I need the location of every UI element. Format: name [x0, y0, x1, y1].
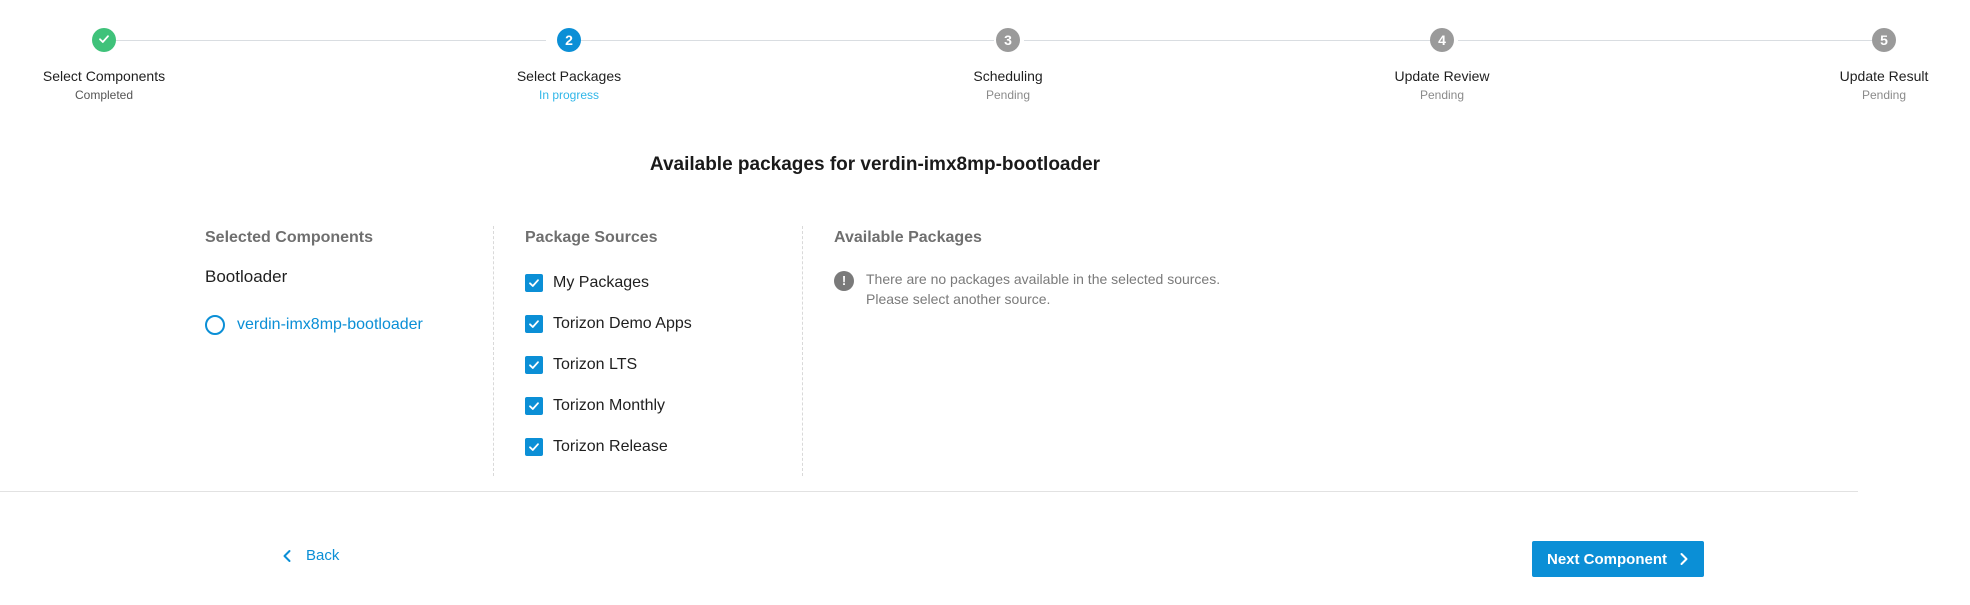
source-checkbox-torizon-lts[interactable]: Torizon LTS [525, 344, 825, 385]
notice-line: There are no packages available in the s… [866, 271, 1221, 287]
step-status: Pending [1419, 88, 1465, 102]
back-button-label: Back [306, 547, 340, 564]
step-status: Pending [1861, 88, 1907, 102]
source-checkbox-torizon-monthly[interactable]: Torizon Monthly [525, 385, 825, 426]
component-item[interactable]: verdin-imx8mp-bootloader [205, 315, 485, 335]
package-sources-title: Package Sources [525, 229, 658, 246]
back-button[interactable]: Back [282, 547, 339, 564]
source-checkbox-torizon-release[interactable]: Torizon Release [525, 426, 825, 467]
available-packages-panel: Available Packages ! There are no packag… [802, 226, 1354, 476]
radio-empty-icon[interactable] [205, 315, 225, 335]
progress-stepper: Select Components Completed 2 Select Pac… [0, 0, 1970, 120]
step-number: 2 [557, 28, 581, 52]
stepper-connector [1458, 40, 1872, 41]
stepper-connector [580, 40, 994, 41]
step-title: Select Packages [516, 68, 622, 84]
step-number: 3 [996, 28, 1020, 52]
checkmark-icon[interactable] [525, 396, 543, 415]
component-group-label: Bootloader [205, 267, 288, 286]
component-item-label: verdin-imx8mp-bootloader [237, 316, 423, 333]
page-title: Available packages for verdin-imx8mp-boo… [649, 154, 1101, 175]
exclamation-icon: ! [834, 271, 854, 291]
source-label: Torizon Demo Apps [553, 314, 692, 332]
step-title: Select Components [42, 68, 166, 84]
notice-text: There are no packages available in the s… [866, 269, 1220, 309]
step-number: 5 [1872, 28, 1896, 52]
step-status: In progress [538, 88, 600, 102]
check-icon [92, 28, 116, 52]
step-status: Completed [74, 88, 134, 102]
footer-divider [0, 491, 1858, 492]
source-label: Torizon LTS [553, 355, 638, 373]
package-sources-list: My Packages Torizon Demo Apps Torizon LT… [525, 262, 825, 467]
notice-line: Please select another source. [866, 291, 1051, 307]
checkmark-icon[interactable] [525, 437, 543, 456]
package-sources-panel: Package Sources My Packages Torizon Demo… [493, 226, 825, 476]
chevron-left-icon [283, 549, 291, 562]
checkmark-icon[interactable] [525, 314, 543, 333]
source-label: My Packages [553, 273, 650, 291]
checkmark-icon[interactable] [525, 273, 543, 292]
checkmark-icon[interactable] [525, 355, 543, 374]
next-button-label: Next Component [1547, 550, 1667, 568]
step-title: Scheduling [973, 68, 1043, 84]
next-component-button[interactable]: Next Component [1532, 541, 1704, 577]
step-status: Pending [985, 88, 1031, 102]
step-number: 4 [1430, 28, 1454, 52]
empty-packages-notice: ! There are no packages available in the… [834, 269, 1354, 309]
source-checkbox-torizon-demo-apps[interactable]: Torizon Demo Apps [525, 303, 825, 344]
source-checkbox-my-packages[interactable]: My Packages [525, 262, 825, 303]
step-title: Update Review [1394, 68, 1490, 84]
selected-components-title: Selected Components [205, 229, 374, 246]
chevron-right-icon [1680, 553, 1688, 565]
available-packages-title: Available Packages [834, 229, 982, 246]
source-label: Torizon Monthly [553, 396, 666, 414]
source-label: Torizon Release [553, 437, 668, 455]
selected-components-panel: Selected Components Bootloader verdin-im… [205, 226, 485, 476]
stepper-connector [116, 40, 546, 41]
stepper-connector [1024, 40, 1432, 41]
step-title: Update Result [1839, 68, 1929, 84]
